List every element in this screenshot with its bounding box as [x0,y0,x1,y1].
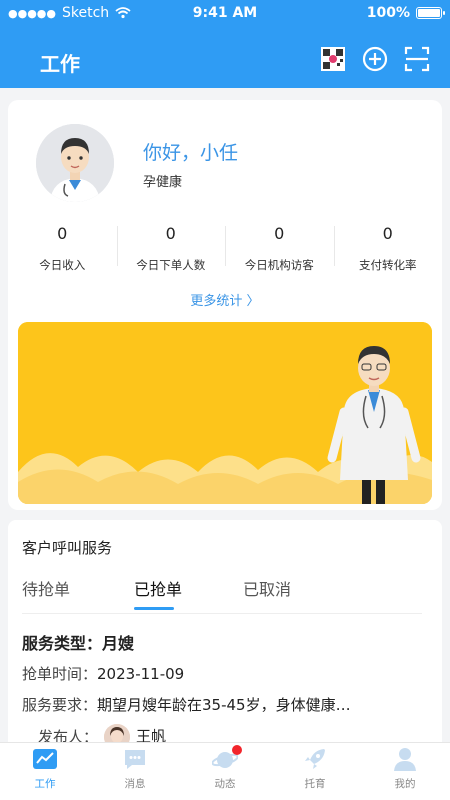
stat-label: 支付转化率 [359,258,417,272]
tabbar-label: 动态 [214,778,236,790]
stat-value: 0 [57,224,68,243]
user-icon [392,746,418,772]
requirement-value: 期望月嫂年龄在35-45岁，身体健康… [97,696,351,714]
tabbar-label: 我的 [394,778,416,790]
stats-row: 0 今日收入 0 今日下单人数 0 今日机构访客 0 支付转化率 [8,220,442,280]
tabbar-item-feed[interactable]: 动态 [180,743,270,800]
service-type-value: 月嫂 [102,634,135,653]
company-name: 孕健康 [143,175,183,190]
stat-label: 今日收入 [39,258,86,272]
service-type-row[interactable]: 服务类型：月嫂 [22,630,134,654]
page-title: 工作 [40,52,80,76]
plus-circle-icon[interactable] [362,46,388,72]
service-tabs: 待抢单 已抢单 已取消 [22,576,422,614]
tabbar-item-messages[interactable]: 消息 [90,743,180,800]
status-bar: ●●●●● Sketch 9:41 AM 100% [0,0,450,26]
stat-orders[interactable]: 0 今日下单人数 [116,220,226,280]
banner-illustration [18,322,432,504]
tabbar-item-work[interactable]: 工作 [0,743,90,800]
tab-grabbed[interactable]: 已抢单 [134,576,182,600]
grab-time-label: 抢单时间： [22,665,98,683]
stat-conversion[interactable]: 0 支付转化率 [333,220,443,280]
section-title: 客户呼叫服务 [22,539,113,557]
banner[interactable] [18,322,432,504]
notification-badge [232,745,242,755]
publisher-avatar [104,724,131,742]
tabbar-item-childcare[interactable]: 托育 [270,743,360,800]
battery-percent: 100% [366,5,410,21]
qr-code-icon[interactable] [320,46,346,72]
stat-visitors[interactable]: 0 今日机构访客 [225,220,334,280]
tabbar-item-mine[interactable]: 我的 [360,743,450,800]
active-tab-indicator [134,607,174,610]
stat-value: 0 [165,224,176,243]
grab-time-row: 抢单时间：2023-11-09 [22,663,184,684]
status-right: 100% [366,5,445,21]
bottom-tab-bar: 工作 消息 动态 托育 我的 [0,742,450,800]
stat-value: 0 [382,224,393,243]
planet-icon [211,745,242,772]
more-stats-link[interactable]: 更多统计 〉 [8,290,442,309]
stat-income[interactable]: 0 今日收入 [8,220,117,280]
publisher-name: 王帆 [136,727,167,743]
stat-value: 0 [274,224,285,243]
publisher-row: 发布人： 王帆 [22,724,166,742]
nav-actions [320,46,430,72]
profile-card: 你好，小任 孕健康 0 今日收入 0 今日下单人数 0 今日机构访客 0 支付转… [8,100,442,510]
requirement-label: 服务要求： [22,696,98,714]
publisher-label: 发布人： [38,727,99,743]
rocket-icon [302,746,328,772]
nav-bar: 工作 [0,36,450,86]
message-icon [122,746,148,772]
battery-fill [418,9,440,17]
app-header: ●●●●● Sketch 9:41 AM 100% 工作 [0,0,450,88]
tab-cancelled[interactable]: 已取消 [243,576,291,600]
tabbar-label: 托育 [304,778,326,790]
stat-label: 今日机构访客 [244,258,314,272]
service-type-label: 服务类型： [22,634,103,653]
greeting: 你好，小任 [143,142,239,164]
avatar [36,124,114,202]
scan-icon[interactable] [404,46,430,72]
tabbar-label: 工作 [34,778,56,790]
requirement-row: 服务要求：期望月嫂年龄在35-45岁，身体健康… [22,694,351,715]
tab-pending[interactable]: 待抢单 [22,576,70,600]
tabbar-label: 消息 [124,778,146,790]
battery-icon [416,7,445,19]
grab-time-value: 2023-11-09 [97,665,185,683]
stat-label: 今日下单人数 [136,258,206,272]
service-card: 客户呼叫服务 待抢单 已抢单 已取消 服务类型：月嫂 抢单时间：2023-11-… [8,520,442,742]
chart-icon [32,746,58,772]
